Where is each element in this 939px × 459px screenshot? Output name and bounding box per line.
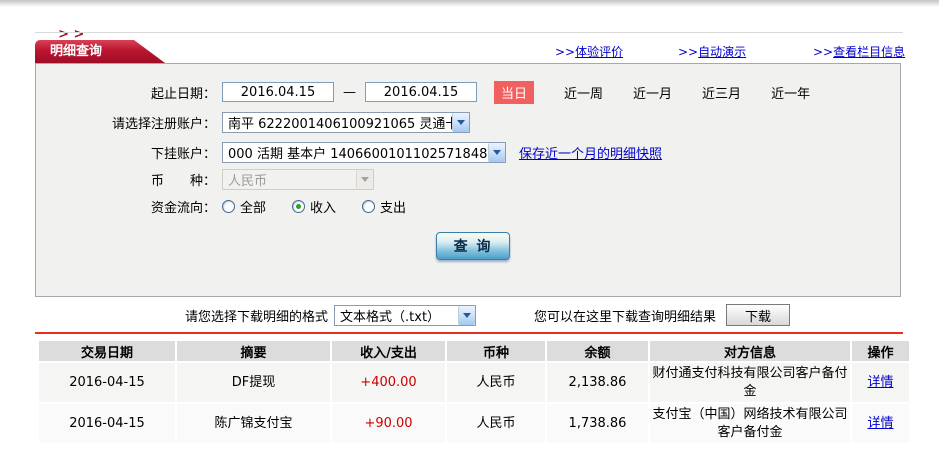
link-label: 查看栏目信息 — [833, 45, 906, 59]
cell-counterparty: 财付通支付科技有限公司客户备付金 — [650, 363, 850, 403]
col-header-counterparty: 对方信息 — [650, 341, 850, 361]
sub-account-select[interactable]: 000 活期 基本户 1406600101102571848 — [222, 141, 506, 163]
col-header-currency: 币种 — [447, 341, 545, 361]
table-row: 2016-04-15 陈广锦支付宝 +90.00 人民币 1,738.86 支付… — [39, 404, 909, 444]
link-label: 体验评价 — [575, 45, 624, 59]
chevron-down-icon[interactable] — [488, 142, 505, 162]
top-gradient-strip — [0, 0, 939, 7]
save-monthly-snapshot-link[interactable]: 保存近一个月的明细快照 — [519, 143, 662, 162]
chevron-down-icon — [356, 169, 373, 189]
tab-detail-query: 明细查询 — [35, 40, 165, 63]
currency-row: 币 种： 人民币 — [36, 168, 896, 190]
flow-option-income-label: 收入 — [310, 200, 337, 216]
registered-account-row: 请选择注册账户： 南平 6222001406100921065 灵通卡 — [36, 111, 896, 133]
flow-option-expense-label: 支出 — [380, 200, 407, 216]
chevron-down-icon[interactable] — [458, 305, 476, 325]
col-header-date: 交易日期 — [39, 341, 175, 361]
results-table: 交易日期 摘要 收入/支出 币种 余额 对方信息 操作 2016-04-15 D… — [37, 339, 911, 445]
registered-account-label: 请选择注册账户： — [111, 116, 216, 132]
cell-counterparty: 支付宝（中国）网络技术有限公司客户备付金 — [650, 404, 850, 444]
col-header-action: 操作 — [852, 341, 909, 361]
col-header-summary: 摘要 — [177, 341, 330, 361]
cell-amount: +90.00 — [332, 404, 445, 444]
cell-amount: +400.00 — [332, 363, 445, 403]
currency-value: 人民币 — [228, 173, 268, 189]
cell-balance: 1,738.86 — [547, 404, 648, 444]
sub-account-value: 000 活期 基本户 1406600101102571848 — [228, 146, 488, 162]
link-experience-rating[interactable]: >>体验评价 — [555, 43, 623, 60]
radio-checked-icon[interactable] — [292, 199, 306, 213]
download-format-label: 请您选择下载明细的格式 — [185, 309, 329, 325]
table-divider-red — [35, 332, 903, 334]
cell-currency: 人民币 — [447, 363, 545, 403]
breadcrumb-divider — [35, 32, 903, 33]
link-view-column-info[interactable]: >>查看栏目信息 — [813, 43, 905, 60]
date-range-row: 起止日期： — 当日 近一周 近一月 近三月 近一年 — [36, 80, 896, 104]
download-row: 请您选择下载明细的格式 文本格式（.txt） 您可以在这里下载查询明细结果 下载 — [35, 303, 903, 327]
sub-account-label: 下挂账户： — [150, 146, 216, 162]
cell-summary: DF提现 — [177, 363, 330, 403]
cell-balance: 2,138.86 — [547, 363, 648, 403]
date-from-input[interactable] — [222, 82, 334, 102]
radio-unchecked-icon[interactable] — [222, 199, 235, 213]
link-prefix: >> — [678, 45, 699, 59]
flow-option-income[interactable]: 收入 — [292, 197, 336, 216]
page: > > 我的账户 > 账务查询 > 明细查询 明细查询 >>体验评价 >>自动演… — [0, 0, 939, 459]
date-to-input[interactable] — [365, 82, 477, 102]
col-header-amount: 收入/支出 — [332, 341, 445, 361]
table-row: 2016-04-15 DF提现 +400.00 人民币 2,138.86 财付通… — [39, 363, 909, 403]
radio-unchecked-icon[interactable] — [362, 199, 376, 213]
fund-flow-row: 资金流向： 全部 收入 支出 — [36, 195, 896, 217]
download-hint: 您可以在这里下载查询明细结果 — [534, 309, 717, 325]
download-format-select[interactable]: 文本格式（.txt） — [334, 304, 477, 326]
query-form-panel: 起止日期： — 当日 近一周 近一月 近三月 近一年 请选择注册账户： 南平 6… — [35, 63, 901, 297]
cell-summary: 陈广锦支付宝 — [177, 404, 330, 444]
registered-account-value: 南平 6222001406100921065 灵通卡 — [228, 116, 452, 132]
col-header-balance: 余额 — [547, 341, 648, 361]
fund-flow-label: 资金流向： — [150, 200, 216, 216]
flow-option-all-label: 全部 — [240, 200, 267, 216]
link-prefix: >> — [813, 45, 834, 59]
date-range-label: 起止日期： — [150, 86, 216, 102]
breadcrumb-arrows: > > — [58, 27, 85, 42]
query-button[interactable]: 查 询 — [436, 232, 510, 260]
link-auto-demo[interactable]: >>自动演示 — [678, 43, 746, 60]
today-button[interactable]: 当日 — [494, 80, 535, 104]
cell-date: 2016-04-15 — [39, 363, 175, 403]
tab-title: 明细查询 — [50, 44, 103, 59]
sub-account-row: 下挂账户： 000 活期 基本户 1406600101102571848 保存近… — [36, 141, 896, 163]
link-prefix: >> — [555, 45, 576, 59]
table-header-row: 交易日期 摘要 收入/支出 币种 余额 对方信息 操作 — [39, 341, 909, 361]
download-button[interactable]: 下载 — [726, 304, 791, 326]
currency-select-disabled: 人民币 — [222, 168, 374, 190]
flow-option-all[interactable]: 全部 — [222, 197, 266, 216]
range-last-quarter[interactable]: 近三月 — [702, 83, 741, 102]
registered-account-select[interactable]: 南平 6222001406100921065 灵通卡 — [222, 111, 470, 133]
currency-label: 币 种： — [150, 173, 216, 189]
download-format-value: 文本格式（.txt） — [340, 309, 441, 325]
date-dash: — — [343, 84, 356, 100]
range-last-month[interactable]: 近一月 — [633, 83, 672, 102]
results-table-wrap: 交易日期 摘要 收入/支出 币种 余额 对方信息 操作 2016-04-15 D… — [37, 339, 909, 445]
cell-currency: 人民币 — [447, 404, 545, 444]
flow-option-expense[interactable]: 支出 — [362, 197, 406, 216]
link-label: 自动演示 — [698, 45, 747, 59]
range-last-week[interactable]: 近一周 — [564, 83, 603, 102]
detail-link[interactable]: 详情 — [867, 416, 893, 431]
chevron-down-icon[interactable] — [452, 112, 469, 132]
cell-date: 2016-04-15 — [39, 404, 175, 444]
range-last-year[interactable]: 近一年 — [771, 83, 810, 102]
detail-link[interactable]: 详情 — [867, 375, 893, 390]
